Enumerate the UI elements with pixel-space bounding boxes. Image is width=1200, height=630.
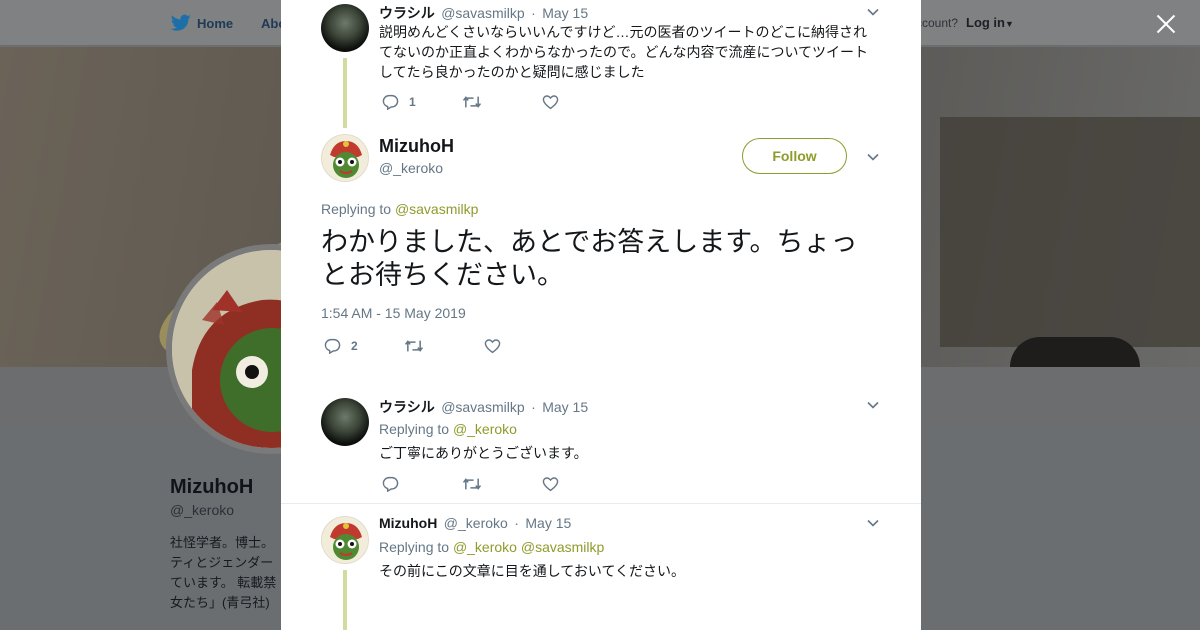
separator-dot: · <box>531 399 536 415</box>
tweet-timestamp[interactable]: 1:54 AM - 15 May 2019 <box>321 305 466 321</box>
follow-button[interactable]: Follow <box>742 138 847 174</box>
twitter-bird-icon[interactable] <box>171 14 191 32</box>
reply-icon <box>382 94 399 110</box>
close-icon[interactable] <box>1152 10 1180 38</box>
heart-icon <box>542 95 559 110</box>
mention-link[interactable]: @savasmilkp <box>395 201 478 217</box>
frog-avatar-image <box>322 517 368 563</box>
heart-icon <box>542 477 559 492</box>
avatar[interactable] <box>321 4 369 52</box>
bio-line: 社怪学者。博士。 <box>170 535 275 550</box>
divider <box>281 503 921 504</box>
tweet-date[interactable]: May 15 <box>542 5 588 21</box>
login-button[interactable]: Log in▼ <box>966 15 1014 30</box>
heart-icon <box>484 339 501 354</box>
profile-handle: @_keroko <box>170 502 235 518</box>
reply-button[interactable]: 1 <box>382 94 462 110</box>
avatar[interactable] <box>321 398 369 446</box>
author-handle[interactable]: @savasmilkp <box>441 399 524 415</box>
author-handle[interactable]: @_keroko <box>379 160 443 176</box>
author-name[interactable]: ウラシル <box>379 5 435 21</box>
avatar[interactable] <box>321 516 369 564</box>
separator-dot: · <box>514 515 519 531</box>
profile-bio: 社怪学者。博士。 ティとジェンダー ています。 転載禁 女たち」(青弓社) <box>170 533 282 613</box>
replying-label: Replying to <box>379 421 450 437</box>
bio-line: ティとジェンダー <box>170 555 274 570</box>
reply-button[interactable]: 2 <box>324 338 404 354</box>
mention-link[interactable]: @_keroko <box>453 539 517 555</box>
profile-name: MizuhoH <box>170 476 254 498</box>
author-name[interactable]: MizuhoH <box>379 136 454 157</box>
tweet-actions: 1 <box>382 92 622 112</box>
chevron-down-icon[interactable] <box>867 399 879 411</box>
tweet-text: その前にこの文章に目を通しておいてください。 <box>379 563 686 579</box>
frog-avatar-image <box>322 135 368 181</box>
tweet-date[interactable]: May 15 <box>542 399 588 415</box>
author-name[interactable]: ウラシル <box>379 399 435 415</box>
tweet-actions: 2 <box>324 336 564 356</box>
retweet-icon <box>462 478 482 490</box>
retweet-button[interactable] <box>462 95 542 109</box>
tweet-header: ウラシル @savasmilkp · May 15 <box>379 3 590 23</box>
chevron-down-icon[interactable] <box>867 6 879 18</box>
replying-to: Replying to @savasmilkp <box>321 201 478 217</box>
tweet-header: ウラシル @savasmilkp · May 15 <box>379 397 590 417</box>
tweet-text: わかりました、あとでお答えします。ちょっとお待ちください。 <box>321 227 858 290</box>
like-button[interactable] <box>542 476 622 492</box>
avatar[interactable] <box>321 134 369 182</box>
author-handle[interactable]: @savasmilkp <box>441 5 524 21</box>
login-label: Log in <box>966 15 1005 30</box>
caret-down-icon: ▼ <box>1005 19 1014 29</box>
retweet-button[interactable] <box>462 477 542 491</box>
replying-label: Replying to <box>379 539 450 555</box>
author-handle[interactable]: @_keroko <box>444 515 508 531</box>
chevron-down-icon[interactable] <box>867 517 879 529</box>
tweet-modal: ウラシル @savasmilkp · May 15 説明めんどくさいならいいんで… <box>281 0 921 630</box>
chevron-down-icon[interactable] <box>867 151 879 163</box>
author-name[interactable]: MizuhoH <box>379 515 437 531</box>
like-button[interactable] <box>542 94 622 110</box>
like-button[interactable] <box>484 338 564 354</box>
tweet-date[interactable]: May 15 <box>525 515 571 531</box>
tweet-text: 説明めんどくさいならいいんですけど…元の医者のツイートのどこに納得されてないのか… <box>379 24 869 80</box>
replying-to: Replying to @_keroko <box>379 421 517 437</box>
mention-link[interactable]: @_keroko <box>453 421 517 437</box>
reply-count: 2 <box>351 339 358 353</box>
reply-icon <box>382 476 399 492</box>
tweet-text: ご丁寧にありがとうございます。 <box>379 445 588 461</box>
nav-home-link[interactable]: Home <box>197 16 233 31</box>
thread-line <box>343 58 347 128</box>
reply-count: 1 <box>409 95 416 109</box>
bio-line: ています。 転載禁 <box>170 575 277 590</box>
account-prompt: ccount? <box>916 16 959 30</box>
banner-shadow <box>940 117 1200 347</box>
bio-line: 女たち」(青弓社) <box>170 595 270 610</box>
retweet-button[interactable] <box>404 339 484 353</box>
separator-dot: · <box>531 5 536 21</box>
retweet-icon <box>404 340 424 352</box>
replying-to: Replying to @_keroko @savasmilkp <box>379 539 604 555</box>
tweet-actions <box>382 474 622 494</box>
banner-figure <box>1010 337 1140 367</box>
tweet-header: MizuhoH @_keroko · May 15 <box>379 515 573 533</box>
retweet-icon <box>462 96 482 108</box>
replying-label: Replying to <box>321 201 392 217</box>
reply-button[interactable] <box>382 476 462 492</box>
mention-link[interactable]: @savasmilkp <box>521 539 604 555</box>
thread-line <box>343 570 347 630</box>
reply-icon <box>324 338 341 354</box>
